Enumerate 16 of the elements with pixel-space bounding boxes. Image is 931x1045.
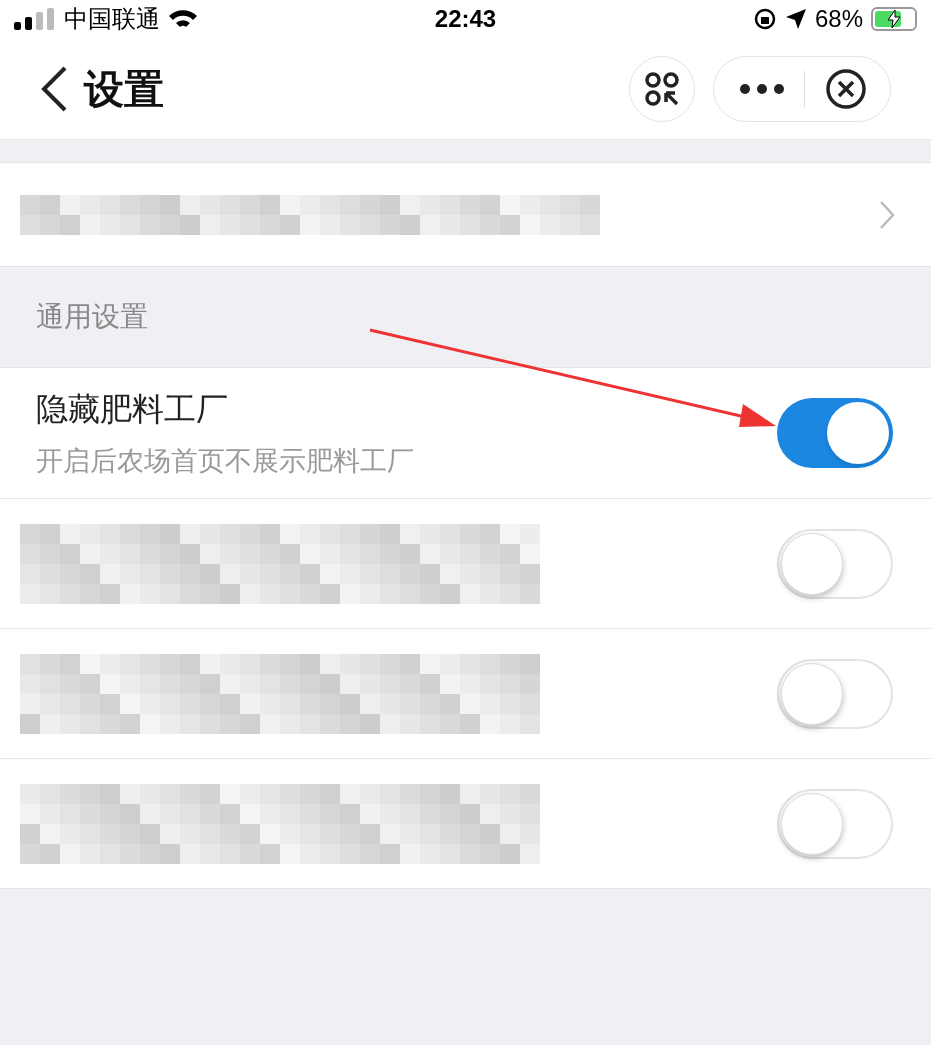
carrier-name: 中国联通 (64, 4, 160, 35)
wifi-icon (168, 8, 198, 30)
location-icon (784, 8, 807, 30)
back-icon[interactable] (40, 65, 68, 112)
signal-icon (14, 8, 56, 30)
setting-description: 开启后农场首页不展示肥料工厂 (36, 443, 414, 478)
page-title: 设置 (84, 65, 164, 113)
close-icon[interactable] (825, 67, 867, 110)
more-icon[interactable] (740, 83, 784, 94)
chevron-icon (879, 199, 895, 230)
setting-title: 隐藏肥料工厂 (36, 388, 229, 430)
clock-time: 22:43 (434, 4, 497, 34)
section-header: 通用设置 (36, 299, 148, 335)
battery-icon (871, 7, 917, 31)
scan-icon (644, 70, 680, 107)
battery-percent: 68% (814, 4, 863, 34)
